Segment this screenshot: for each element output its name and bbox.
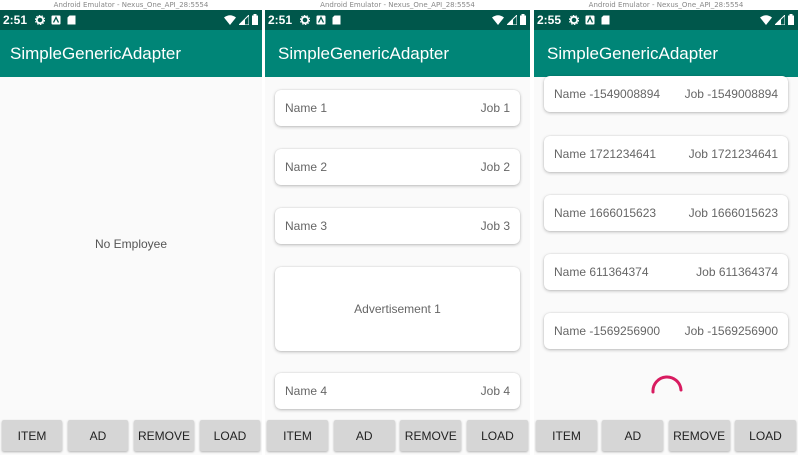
status-bar: 2:51: [0, 10, 262, 30]
employee-name: Name 2: [285, 160, 328, 174]
employee-name: Name 1: [285, 101, 328, 115]
load-button[interactable]: LOAD: [466, 420, 528, 451]
employee-name: Name -1569256900: [554, 324, 661, 338]
screen-loading: Android Emulator - Nexus_One_API_28:5554…: [534, 0, 798, 455]
status-right-icons: [492, 14, 526, 25]
ad-text: Advertisement 1: [354, 302, 441, 316]
app-bar-title: SimpleGenericAdapter: [534, 30, 798, 77]
app-bar-title: SimpleGenericAdapter: [0, 30, 262, 77]
list-item[interactable]: Name 611364374 Job 611364374: [544, 254, 788, 290]
ad-button[interactable]: AD: [602, 420, 664, 451]
wifi-icon: [224, 14, 236, 25]
battery-icon: [520, 14, 526, 25]
list-item[interactable]: Name 4 Job 4: [275, 373, 520, 409]
button-bar: ITEM AD REMOVE LOAD: [0, 418, 262, 455]
ad-item[interactable]: Advertisement 1: [275, 267, 520, 351]
employee-job: Job 1721234641: [688, 147, 778, 161]
load-button[interactable]: LOAD: [734, 420, 796, 451]
list-item[interactable]: Name 1666015623 Job 1666015623: [544, 195, 788, 231]
employee-job: Job 1666015623: [688, 206, 778, 220]
remove-button[interactable]: REMOVE: [134, 420, 194, 451]
settings-icon: [300, 15, 311, 25]
employee-name: Name 1666015623: [554, 206, 657, 220]
item-button[interactable]: ITEM: [2, 420, 62, 451]
employee-list: No Employee: [0, 77, 262, 418]
loading-spinner-icon: [651, 375, 683, 394]
battery-icon: [788, 14, 794, 25]
load-button[interactable]: LOAD: [200, 420, 260, 451]
sd-card-icon: [67, 15, 76, 25]
signal-icon: [239, 14, 249, 25]
employee-name: Name -1549008894: [554, 87, 661, 101]
ad-button[interactable]: AD: [68, 420, 128, 451]
android-icon: [51, 15, 61, 25]
sd-card-icon: [332, 15, 341, 25]
employee-job: Job -1569256900: [684, 324, 778, 338]
employee-list: Name -1549008894 Job -1549008894 Name 17…: [534, 76, 798, 418]
button-bar: ITEM AD REMOVE LOAD: [534, 418, 798, 455]
emulator-title: Android Emulator - Nexus_One_API_28:5554: [265, 0, 530, 10]
list-item[interactable]: Name 1 Job 1: [275, 90, 520, 126]
emulator-title: Android Emulator - Nexus_One_API_28:5554: [0, 0, 262, 10]
signal-icon: [775, 14, 785, 25]
app-bar-title: SimpleGenericAdapter: [265, 30, 530, 77]
remove-button[interactable]: REMOVE: [400, 420, 462, 451]
employee-name: Name 1721234641: [554, 147, 657, 161]
list-item[interactable]: Name 3 Job 3: [275, 208, 520, 244]
employee-job: Job -1549008894: [684, 87, 778, 101]
list-item[interactable]: Name -1549008894 Job -1549008894: [544, 76, 788, 112]
remove-button[interactable]: REMOVE: [668, 420, 730, 451]
status-time: 2:51: [3, 13, 28, 27]
wifi-icon: [492, 14, 504, 25]
screen-empty: Android Emulator - Nexus_One_API_28:5554…: [0, 0, 262, 455]
status-right-icons: [760, 14, 794, 25]
employee-list: Name 1 Job 1 Name 2 Job 2 Name 3 Job 3 A…: [265, 77, 530, 418]
employee-name: Name 3: [285, 219, 328, 233]
status-time: 2:55: [537, 13, 562, 27]
status-bar: 2:51: [265, 10, 530, 30]
item-button[interactable]: ITEM: [536, 420, 597, 451]
android-icon: [585, 15, 595, 25]
status-right-icons: [224, 14, 258, 25]
employee-job: Job 1: [480, 101, 510, 115]
employee-job: Job 4: [480, 384, 510, 398]
button-bar: ITEM AD REMOVE LOAD: [265, 418, 530, 455]
wifi-icon: [760, 14, 772, 25]
list-item[interactable]: Name 2 Job 2: [275, 149, 520, 185]
employee-job: Job 2: [480, 160, 510, 174]
settings-icon: [35, 15, 46, 25]
empty-state-text: No Employee: [94, 237, 168, 251]
battery-icon: [252, 14, 258, 25]
list-item[interactable]: Name 1721234641 Job 1721234641: [544, 136, 788, 172]
emulator-title: Android Emulator - Nexus_One_API_28:5554: [534, 0, 798, 10]
screen-list: Android Emulator - Nexus_One_API_28:5554…: [265, 0, 530, 455]
employee-name: Name 4: [285, 384, 328, 398]
ad-button[interactable]: AD: [333, 420, 395, 451]
employee-job: Job 611364374: [696, 265, 778, 279]
item-button[interactable]: ITEM: [267, 420, 328, 451]
settings-icon: [569, 15, 580, 25]
employee-name: Name 611364374: [554, 265, 649, 279]
status-time: 2:51: [268, 13, 293, 27]
status-bar: 2:55: [534, 10, 798, 30]
list-item[interactable]: Name -1569256900 Job -1569256900: [544, 313, 788, 349]
sd-card-icon: [601, 15, 610, 25]
android-icon: [316, 15, 326, 25]
signal-icon: [507, 14, 517, 25]
employee-job: Job 3: [480, 219, 510, 233]
